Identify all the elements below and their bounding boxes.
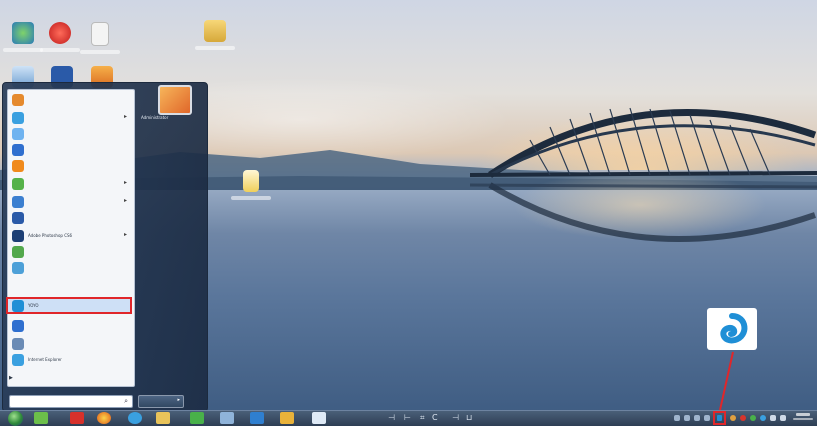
program-item[interactable]: YOYO [10,299,130,314]
volume-icon[interactable] [780,415,786,421]
taskbar-glyph[interactable]: ⊣ [452,413,459,422]
desktop-icon-network[interactable] [3,22,43,56]
desktop-icon-file[interactable] [80,22,120,56]
taskbar-app-media[interactable] [280,412,294,424]
program-label: Internet Explorer [28,357,62,362]
search-icon: ⌕ [124,397,128,405]
tray-icon[interactable] [684,415,690,421]
network-icon[interactable] [770,415,776,421]
taskbar-glyph[interactable]: ⊢ [404,413,411,422]
app-icon [12,160,24,172]
document-icon [12,128,24,140]
swirl-icon [720,313,748,344]
red-app-icon [49,22,71,44]
folder-icon [204,20,226,42]
shutdown-arrow-icon[interactable]: ▸ [177,397,180,403]
start-menu-link[interactable]: Administrator [141,115,168,121]
tray-icon[interactable] [730,415,736,421]
tray-icon[interactable] [674,415,680,421]
swirl-icon [12,300,24,312]
green-app-icon [12,246,24,258]
program-label: Adobe Photoshop CS6 [28,233,73,238]
document-icon [243,170,259,192]
program-item[interactable]: ▸ [10,111,130,126]
start-menu: ▶ ⌕ ▸ ▸ ▸ ▸ Adobe Photoshop CS6 ▸ YOYO Interne… [2,82,208,412]
program-item[interactable] [10,127,130,142]
program-item[interactable]: Internet Explorer [10,353,130,368]
program-item[interactable]: ▸ [10,195,130,210]
taskbar-app-explorer[interactable] [156,412,170,424]
desktop[interactable]: ▶ ⌕ ▸ ▸ ▸ ▸ Adobe Photoshop CS6 ▸ YOYO Interne… [0,0,817,425]
package-icon [12,94,24,106]
program-item[interactable]: ▸ [10,177,130,192]
globe-icon [12,262,24,274]
program-item[interactable] [10,319,130,334]
all-programs-button[interactable]: ▶ [9,375,13,381]
taskbar-glyph[interactable]: ⌗ [420,413,425,423]
file-icon [91,22,109,46]
taskbar-app-sogou[interactable] [34,412,48,424]
tray-icon[interactable] [750,415,756,421]
user-picture[interactable] [158,85,192,115]
taskbar-glyph[interactable]: ⊣ [388,413,395,422]
tray-icon[interactable] [760,415,766,421]
taskbar-app-ie[interactable] [128,412,142,424]
program-item[interactable] [10,245,130,260]
blue-app-icon [12,320,24,332]
tray-highlight-box [713,411,726,425]
program-item[interactable] [10,211,130,226]
bridge-image [470,107,817,242]
taskbar-app-blue[interactable] [250,412,264,424]
desktop-icon-app[interactable] [40,22,80,56]
taskbar-glyph[interactable]: ⊔ [466,413,472,422]
bird-icon [12,144,24,156]
taskbar-app-window[interactable] [220,412,234,424]
window-icon [12,196,24,208]
program-item[interactable] [10,261,130,276]
desktop-icon-folder[interactable] [195,20,235,54]
clock[interactable] [792,413,814,423]
sogou-icon [12,178,24,190]
yoyo-tray-icon[interactable] [717,415,722,421]
tray-icon[interactable] [704,415,710,421]
program-item[interactable] [10,93,130,108]
submenu-arrow-icon: ▸ [123,197,127,204]
shutdown-button[interactable]: ▸ [138,395,184,408]
yoyo-app-icon[interactable] [707,308,757,350]
search-input[interactable]: ⌕ [9,395,133,408]
taskbar: ⊣ ⊢ ⌗ C ⊣ ⊔ [0,410,817,426]
taskbar-app-green[interactable] [190,412,204,424]
tools-icon [12,338,24,350]
start-button[interactable] [8,411,23,426]
network-icon [12,22,34,44]
desktop-icon-document[interactable] [231,170,271,204]
ie-icon [12,354,24,366]
tray-icon[interactable] [740,415,746,421]
taskbar-app-browser[interactable] [97,412,111,424]
submenu-arrow-icon: ▸ [123,231,127,238]
program-item[interactable]: Adobe Photoshop CS6 ▸ [10,229,130,244]
tray-icon[interactable] [694,415,700,421]
program-label: YOYO [28,303,39,308]
browser-icon [12,112,24,124]
program-item[interactable] [10,337,130,352]
taskbar-app-red[interactable] [70,412,84,424]
photoshop-icon [12,230,24,242]
program-item[interactable] [10,159,130,174]
submenu-arrow-icon: ▸ [123,179,127,186]
submenu-arrow-icon: ▸ [123,113,127,120]
program-item[interactable] [10,143,130,158]
taskbar-glyph[interactable]: C [432,413,438,422]
k-icon [12,212,24,224]
taskbar-app-yoyo[interactable] [312,412,326,424]
